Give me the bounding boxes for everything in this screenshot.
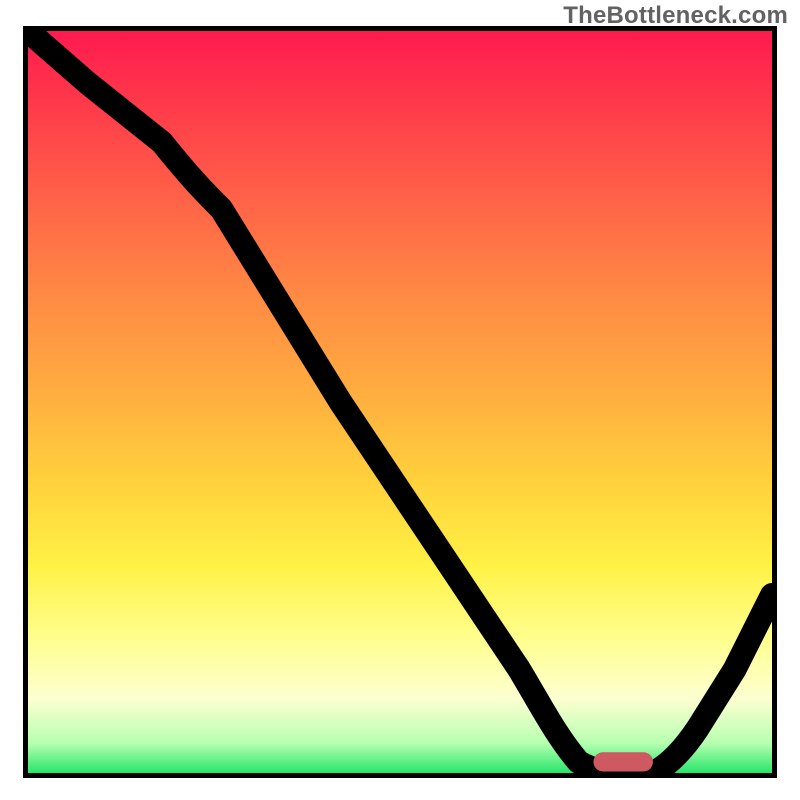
watermark-text: TheBottleneck.com (563, 2, 788, 30)
chart-frame: TheBottleneck.com (0, 0, 800, 800)
bottleneck-curve (28, 31, 772, 773)
plot-area (23, 26, 777, 778)
optimal-range-marker (593, 752, 653, 771)
curve-layer (28, 31, 772, 773)
